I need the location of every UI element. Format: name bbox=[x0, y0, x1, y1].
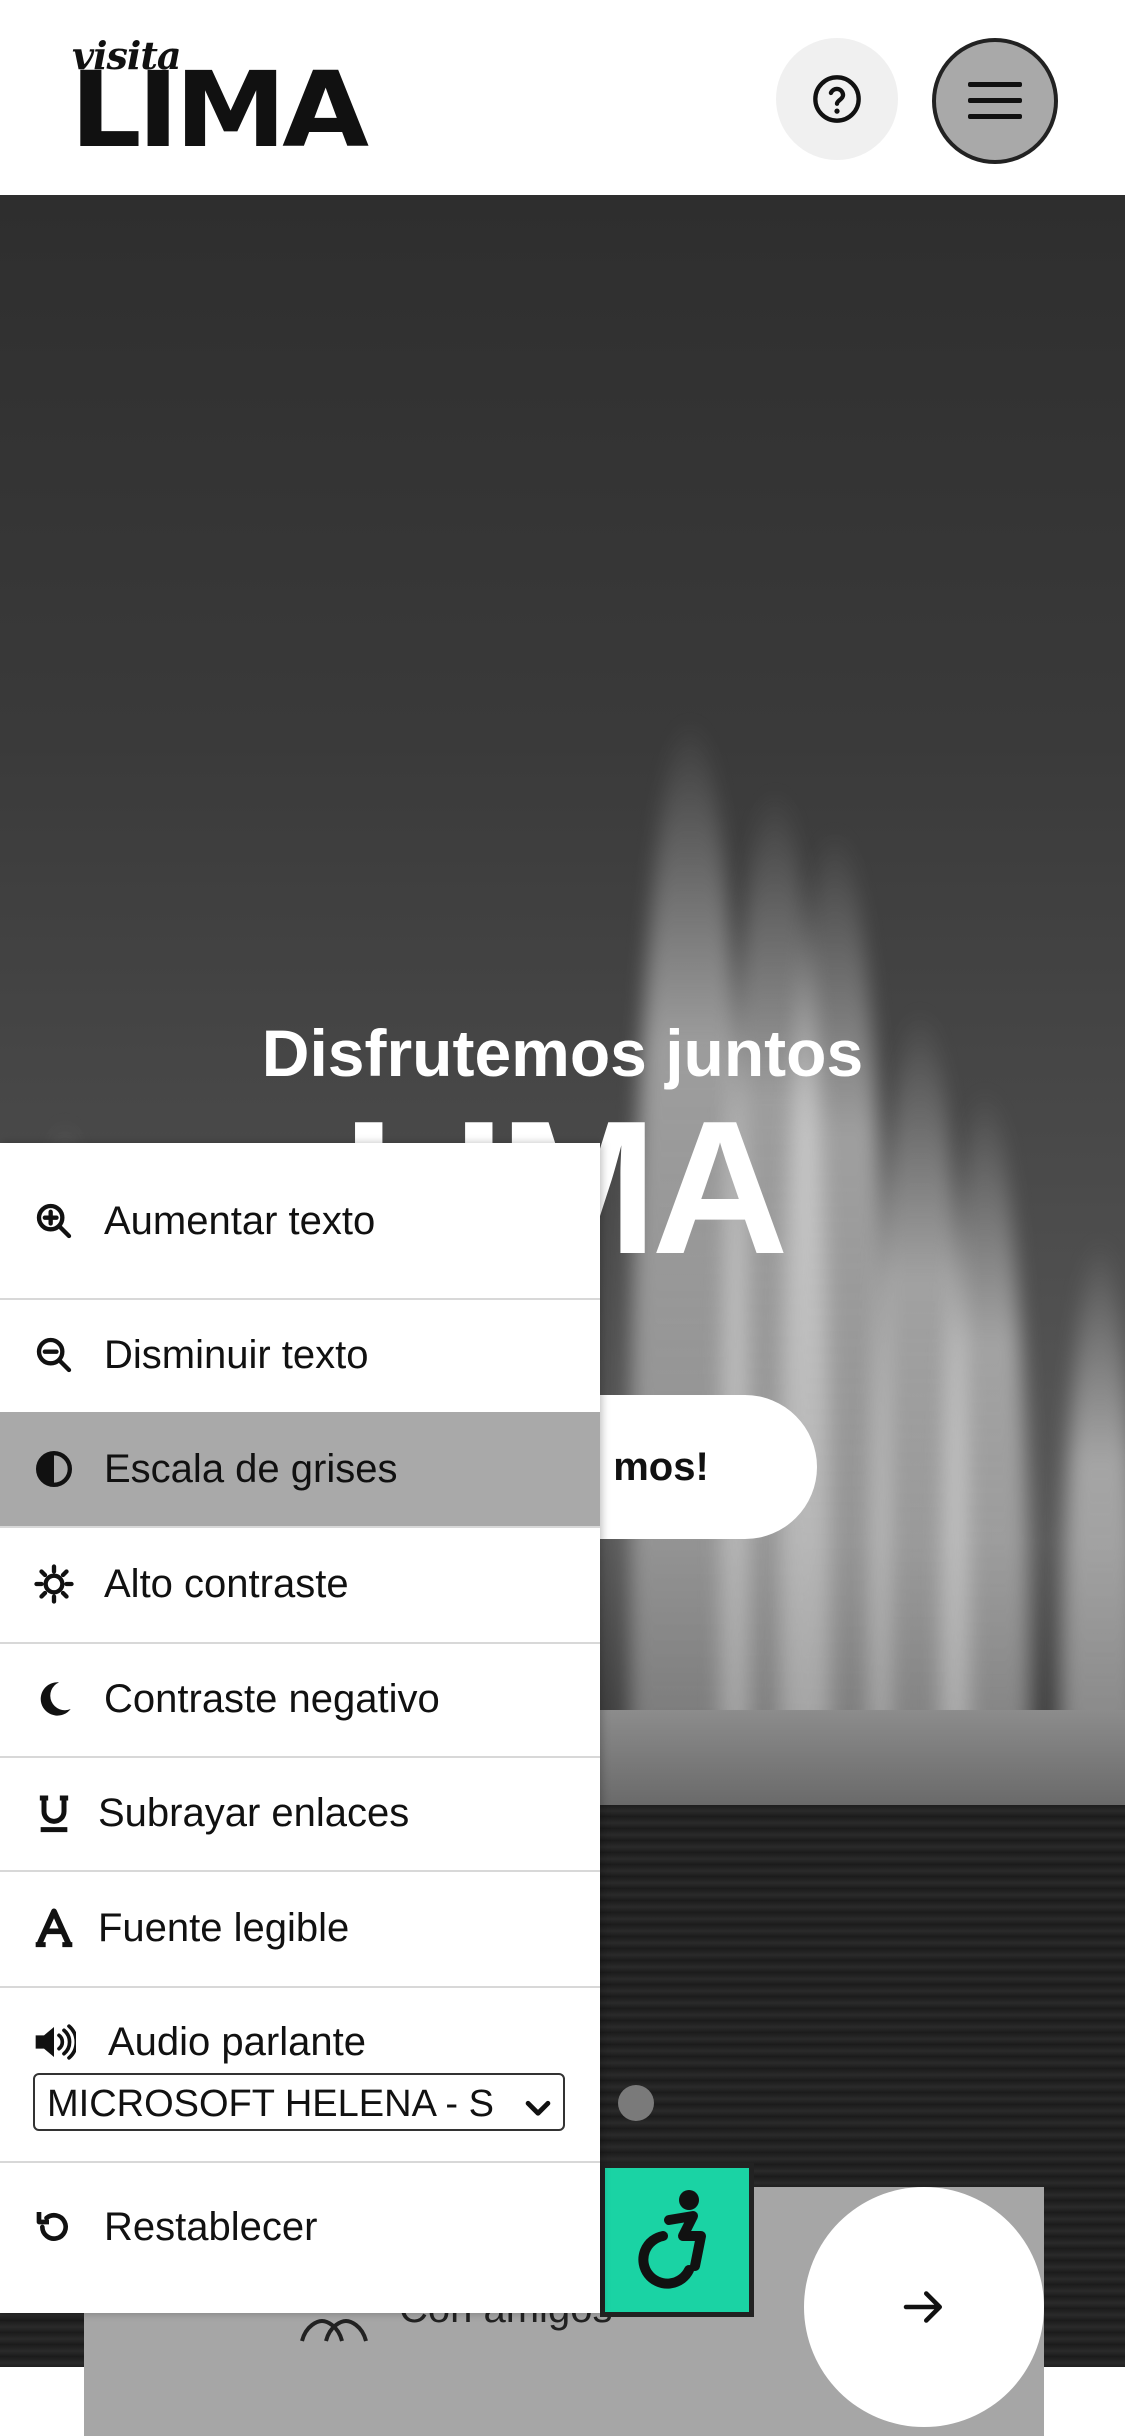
underline-links-label: Subrayar enlaces bbox=[98, 1791, 410, 1835]
hero-subtitle: Disfrutemos juntos bbox=[261, 1016, 864, 1090]
hamburger-menu-icon bbox=[968, 82, 1022, 119]
fountain-wall bbox=[560, 1710, 1125, 1805]
readable-font-label: Fuente legible bbox=[98, 1906, 350, 1950]
font-icon bbox=[32, 1906, 76, 1950]
chevron-down-icon bbox=[521, 2085, 555, 2129]
increase-text-label: Aumentar texto bbox=[104, 1199, 376, 1243]
speaker-icon bbox=[32, 2020, 76, 2064]
carousel-dot[interactable] bbox=[618, 2085, 654, 2121]
site-header: visita LIMA bbox=[0, 0, 1125, 195]
hero-cta-label: mos! bbox=[613, 1444, 709, 1489]
decrease-text-option[interactable]: Disminuir texto bbox=[0, 1298, 600, 1414]
accessibility-button[interactable] bbox=[600, 2163, 754, 2317]
zoom-out-icon bbox=[32, 1333, 76, 1377]
audio-speaker-label: Audio parlante bbox=[108, 2020, 366, 2064]
underline-icon bbox=[32, 1791, 76, 1835]
accessibility-panel: Aumentar texto Disminuir texto Escala de… bbox=[0, 1143, 600, 2313]
high-contrast-option[interactable]: Alto contraste bbox=[0, 1526, 600, 1644]
voice-select[interactable]: MICROSOFT HELENA - S bbox=[33, 2073, 565, 2131]
half-circle-icon bbox=[32, 1447, 76, 1491]
help-circle-icon bbox=[813, 75, 861, 123]
reset-icon bbox=[32, 2205, 76, 2249]
reset-option[interactable]: Restablecer bbox=[0, 2161, 600, 2295]
negative-contrast-label: Contraste negativo bbox=[104, 1677, 440, 1721]
wheelchair-icon bbox=[638, 2190, 706, 2289]
grayscale-label: Escala de grises bbox=[104, 1447, 398, 1491]
help-button[interactable] bbox=[776, 38, 898, 160]
increase-text-option[interactable]: Aumentar texto bbox=[0, 1143, 600, 1300]
reset-label: Restablecer bbox=[104, 2205, 318, 2249]
high-contrast-label: Alto contraste bbox=[104, 1562, 349, 1606]
decrease-text-label: Disminuir texto bbox=[104, 1333, 369, 1377]
visita-lima-logo[interactable]: visita LIMA bbox=[70, 36, 369, 163]
negative-contrast-option[interactable]: Contraste negativo bbox=[0, 1642, 600, 1758]
voice-select-value: MICROSOFT HELENA - S bbox=[47, 2083, 494, 2125]
menu-button[interactable] bbox=[932, 38, 1058, 164]
logo-main-text: LIMA bbox=[70, 49, 369, 171]
sun-icon bbox=[32, 1562, 76, 1606]
grayscale-option[interactable]: Escala de grises bbox=[0, 1412, 600, 1528]
moon-icon bbox=[32, 1677, 76, 1721]
underline-links-option[interactable]: Subrayar enlaces bbox=[0, 1756, 600, 1872]
readable-font-option[interactable]: Fuente legible bbox=[0, 1870, 600, 1988]
next-slide-button[interactable] bbox=[804, 2187, 1044, 2427]
zoom-in-icon bbox=[32, 1199, 76, 1243]
arrow-right-icon bbox=[903, 2291, 942, 2323]
